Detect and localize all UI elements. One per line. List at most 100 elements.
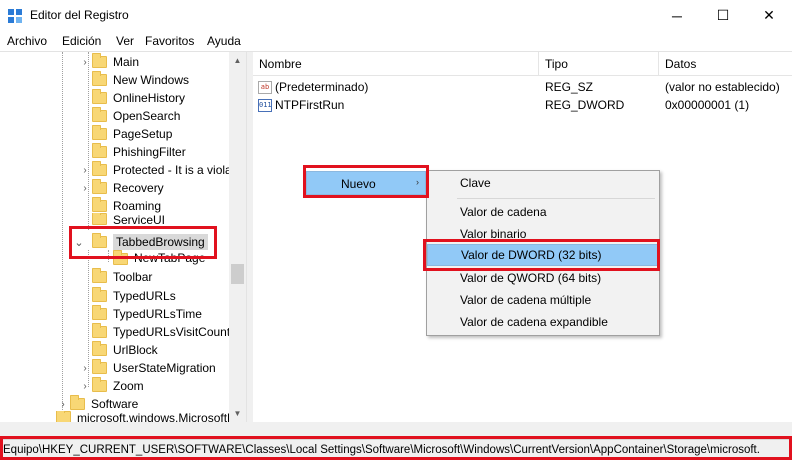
folder-icon [92,287,107,302]
folder-icon [56,411,71,422]
tree-item-label: Roaming [113,199,162,213]
scroll-up-icon[interactable]: ▲ [229,52,246,69]
folder-icon [92,125,107,140]
folder-icon [92,107,107,122]
tree-item-label: TypedURLsTime [113,307,202,321]
value-type: REG_DWORD [545,98,625,112]
value-data: (valor no establecido) [665,80,780,94]
chevron-right-icon[interactable]: › [78,165,92,176]
tree-item-user-state-migration[interactable]: › UserStateMigration [78,359,216,377]
scrollbar-thumb[interactable] [231,264,244,284]
tree-item-label: TypedURLsVisitCount [113,325,231,339]
menu-item-valor-cadena[interactable]: Valor de cadena [427,201,659,223]
registry-editor-icon [8,9,22,23]
title-bar: Editor del Registro ─ ☐ ✕ [0,0,792,31]
close-button[interactable]: ✕ [746,0,792,31]
tree-item-protected[interactable]: › Protected - It is a viola [78,161,232,179]
highlight-dword [423,239,660,271]
folder-icon [92,161,107,176]
tree-item-typed-urls-time[interactable]: TypedURLsTime [92,305,202,323]
folder-icon [92,341,107,356]
minimize-button[interactable]: ─ [654,0,700,31]
chevron-right-icon[interactable]: › [78,381,92,392]
chevron-right-icon[interactable]: › [78,363,92,374]
tree-item-service-ui[interactable]: ServiceUI [92,213,165,225]
tree-item-label: UrlBlock [113,343,158,357]
tree-item-recovery[interactable]: › Recovery [78,179,164,197]
chevron-right-icon[interactable]: › [78,183,92,194]
tree-item-label: microsoft.windows.MicrosoftEdge [77,411,247,422]
tree-item-phishing-filter[interactable]: PhishingFilter [92,143,186,161]
tree-item-label: Protected - It is a viola [113,163,232,177]
tree-item-new-windows[interactable]: New Windows [92,71,189,89]
value-data: 0x00000001 (1) [665,98,750,112]
tree-item-label: UserStateMigration [113,361,216,375]
folder-icon [92,359,107,374]
tree-item-url-block[interactable]: UrlBlock [92,341,158,359]
folder-icon [92,377,107,392]
folder-icon [92,268,107,283]
menu-item-clave[interactable]: Clave [427,172,659,194]
value-row[interactable]: ab (Predeterminado) REG_SZ (valor no est… [258,78,788,96]
tree-item-label: PhishingFilter [113,145,186,159]
tree-vertical-scrollbar[interactable]: ▲ ▼ [229,52,246,422]
tree-item-label: New Windows [113,73,190,87]
tree-item-typed-urls[interactable]: TypedURLs [92,287,176,305]
menu-item-valor-cadena-multiple[interactable]: Valor de cadena múltiple [427,289,659,311]
tree-item-label: OpenSearch [113,109,181,123]
tree-item-label: Toolbar [113,270,153,284]
folder-icon [92,305,107,320]
menu-edicion[interactable]: Edición [62,34,101,48]
chevron-right-icon[interactable]: › [78,57,92,68]
tree-item-label: Main [113,55,140,69]
menu-item-valor-cadena-expandible[interactable]: Valor de cadena expandible [427,311,659,333]
tree-guide-line [88,52,89,230]
folder-icon [70,395,85,410]
menu-ver[interactable]: Ver [116,34,134,48]
menu-favoritos[interactable]: Favoritos [145,34,194,48]
column-header-type[interactable]: Tipo [539,52,659,76]
folder-icon [92,89,107,104]
tree-item-label: ServiceUI [113,213,166,225]
column-header-name[interactable]: Nombre [253,52,539,76]
tree-item-label: Recovery [113,181,164,195]
folder-icon [92,53,107,68]
tree-item-label: OnlineHistory [113,91,186,105]
scroll-down-icon[interactable]: ▼ [229,405,246,422]
folder-icon [92,143,107,158]
maximize-button[interactable]: ☐ [700,0,746,31]
tree-item-label: Zoom [113,379,144,393]
tree-item-microsoft-edge[interactable]: microsoft.windows.MicrosoftEdge [56,411,247,422]
tree-item-main[interactable]: › Main [78,53,139,71]
menu-archivo[interactable]: Archivo [7,34,47,48]
highlight-tabbed-browsing [69,226,217,259]
menu-ayuda[interactable]: Ayuda [207,34,241,48]
tree-item-zoom[interactable]: › Zoom [78,377,144,395]
window-title: Editor del Registro [30,8,129,22]
tree-item-label: Software [91,397,139,411]
column-header-data[interactable]: Datos [659,52,792,76]
value-row[interactable]: 011 NTPFirstRun REG_DWORD 0x00000001 (1) [258,96,788,114]
string-value-icon: ab [258,80,272,94]
tree-item-typed-urls-visit-count[interactable]: TypedURLsVisitCount [92,323,230,341]
tree-item-toolbar[interactable]: Toolbar [92,268,152,286]
folder-icon [92,197,107,212]
folder-icon [92,323,107,338]
folder-icon [92,179,107,194]
highlight-status-path [0,436,792,460]
chevron-right-icon[interactable]: › [56,399,70,410]
highlight-nuevo [303,165,429,198]
tree-item-label: PageSetup [113,127,173,141]
tree-guide-line [62,52,63,422]
menu-bar: Archivo Edición Ver Favoritos Ayuda [0,31,792,51]
value-type: REG_SZ [545,80,594,94]
tree-item-page-setup[interactable]: PageSetup [92,125,172,143]
dword-value-icon: 011 [258,98,272,112]
menu-separator [457,198,655,199]
value-name: (Predeterminado) [275,80,369,94]
value-name: NTPFirstRun [275,98,345,112]
tree-item-open-search[interactable]: OpenSearch [92,107,180,125]
tree-item-online-history[interactable]: OnlineHistory [92,89,185,107]
folder-icon [92,71,107,86]
tree-item-label: TypedURLs [113,289,176,303]
